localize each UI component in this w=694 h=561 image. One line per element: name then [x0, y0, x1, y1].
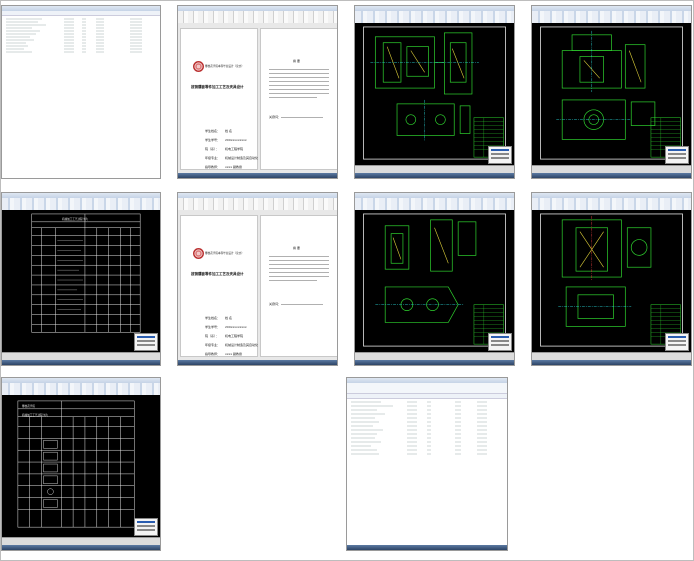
taskbar — [2, 360, 160, 365]
cover-field-3: 院（系）： — [205, 147, 219, 151]
taskbar — [178, 173, 337, 178]
cad-logo-icon — [134, 333, 158, 351]
cad-drawing-area — [2, 210, 160, 353]
cad-drawing-area — [355, 210, 514, 353]
tile-file-list-1[interactable] — [1, 5, 161, 179]
process-card-school: 攀枝花学院 — [22, 405, 35, 408]
abstract-page: 摘 要 关键词： — [260, 215, 337, 357]
taskbar — [532, 360, 691, 365]
cover-field-5: 指导教师： — [205, 352, 221, 356]
assembly-drawing — [540, 213, 683, 347]
tile-word-cover-2[interactable]: 攀枝花学院本科毕业设计（论文） 拔销镶套零件加工工艺及夹具设计 学生姓名： 姓 … — [177, 192, 338, 366]
assembly-drawing — [540, 26, 683, 160]
cad-logo-icon — [665, 333, 689, 351]
taskbar — [347, 545, 507, 550]
abstract-page: 摘 要 关键词： — [260, 28, 337, 170]
cad-drawing-area — [532, 210, 691, 353]
cover-value-2: 200xxxxxxxxx — [225, 325, 247, 329]
keywords-label: 关键词： — [269, 115, 282, 119]
abstract-heading: 摘 要 — [293, 246, 300, 250]
cover-value-5: xxxx 副教授 — [225, 352, 243, 356]
cad-logo-icon — [488, 146, 512, 164]
taskbar — [355, 173, 514, 178]
cad-logo-icon — [488, 333, 512, 351]
taskbar — [2, 545, 160, 550]
cover-school-name: 攀枝花学院本科毕业设计（论文） — [205, 65, 244, 68]
tile-word-cover-1[interactable]: 攀枝花学院本科毕业设计（论文） 拔销镶套零件加工工艺及夹具设计 学生姓名： 姓 … — [177, 5, 338, 179]
cover-value-4: 机械设计制造及其自动化 — [225, 156, 259, 160]
keywords-label: 关键词： — [269, 302, 282, 306]
cover-title: 拔销镶套零件加工工艺及夹具设计 — [191, 272, 244, 276]
cover-field-2: 学生学号： — [205, 138, 221, 142]
cover-value-1: 姓 名 — [225, 316, 232, 320]
cover-field-2: 学生学号： — [205, 325, 221, 329]
cad-drawing-area — [532, 23, 691, 166]
cover-field-1: 学生姓名： — [205, 316, 221, 320]
taskbar — [532, 173, 691, 178]
tile-cad-assembly-1[interactable] — [354, 5, 515, 179]
tile-cad-assembly-4[interactable] — [531, 192, 692, 366]
cad-statusbar — [532, 352, 691, 360]
cad-logo-icon — [134, 518, 158, 536]
tile-file-list-2[interactable] — [346, 377, 508, 551]
taskbar — [355, 360, 514, 365]
process-card-title: 机械加工工艺过程卡片 — [62, 218, 88, 221]
cover-page: 攀枝花学院本科毕业设计（论文） 拔销镶套零件加工工艺及夹具设计 学生姓名： 姓 … — [180, 215, 258, 357]
cover-value-3: 机电工程学院 — [225, 147, 244, 151]
file-list-rows — [6, 18, 142, 53]
taskbar — [178, 360, 337, 365]
tile-cad-process-card-2[interactable]: 攀枝花学院 机械加工工艺过程卡片 — [1, 377, 161, 551]
tile-cad-assembly-2[interactable] — [531, 5, 692, 179]
cover-value-1: 姓 名 — [225, 129, 232, 133]
cad-statusbar — [355, 165, 514, 173]
explorer-toolbar — [347, 383, 507, 394]
cover-page: 攀枝花学院本科毕业设计（论文） 拔销镶套零件加工工艺及夹具设计 学生姓名： 姓 … — [180, 28, 258, 170]
school-seal-icon — [193, 248, 204, 259]
cad-logo-icon — [665, 146, 689, 164]
cad-drawing-area — [355, 23, 514, 166]
cover-field-5: 指导教师： — [205, 165, 221, 169]
cad-statusbar — [2, 352, 160, 360]
school-seal-icon — [193, 61, 204, 72]
process-card-drawing — [31, 213, 141, 333]
cover-value-5: xxxx 副教授 — [225, 165, 243, 169]
cad-statusbar — [355, 352, 514, 360]
cover-field-4: 年级专业： — [205, 343, 221, 347]
cad-statusbar — [532, 165, 691, 173]
tile-cad-process-card-1[interactable]: 机械加工工艺过程卡片 — [1, 192, 161, 366]
abstract-heading: 摘 要 — [293, 59, 300, 63]
assembly-drawing — [363, 213, 506, 347]
process-card-title: 机械加工工艺过程卡片 — [22, 414, 48, 417]
cover-value-3: 机电工程学院 — [225, 334, 244, 338]
cover-field-1: 学生姓名： — [205, 129, 221, 133]
cover-title: 拔销镶套零件加工工艺及夹具设计 — [191, 85, 244, 89]
cad-statusbar — [2, 537, 160, 545]
cover-value-2: 200xxxxxxxxx — [225, 138, 247, 142]
cover-school-name: 攀枝花学院本科毕业设计（论文） — [205, 252, 244, 255]
assembly-drawing — [363, 26, 506, 160]
cover-value-4: 机械设计制造及其自动化 — [225, 343, 259, 347]
file-list-rows — [351, 401, 487, 455]
tile-cad-assembly-3[interactable] — [354, 192, 515, 366]
cover-field-4: 年级专业： — [205, 156, 221, 160]
cover-field-3: 院（系）： — [205, 334, 219, 338]
